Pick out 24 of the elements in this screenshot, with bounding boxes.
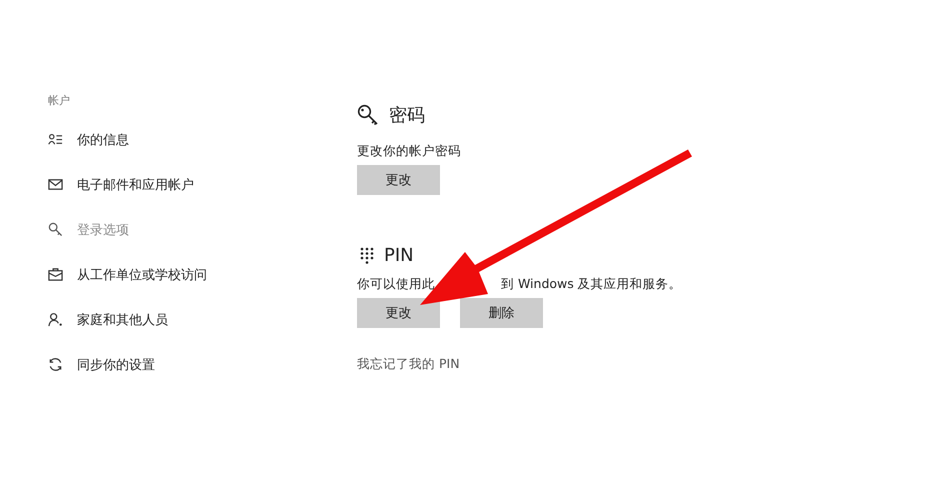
description: 更改你的帐户密码: [357, 143, 461, 160]
key-icon: [48, 222, 63, 237]
section-heading: 帐户: [48, 93, 70, 108]
remove-button[interactable]: 删除: [460, 298, 543, 328]
briefcase-icon: [48, 267, 63, 282]
section-title: 密码: [389, 104, 425, 127]
description: 你可以使用此: [357, 276, 435, 293]
sync-icon: [48, 357, 63, 372]
change-button[interactable]: 更改: [357, 165, 440, 195]
nav-item[interactable]: 登录选项: [48, 207, 129, 252]
description: 到 Windows 及其应用和服务。: [501, 276, 682, 293]
person-list-icon: [48, 132, 63, 147]
change-button[interactable]: 更改: [357, 298, 440, 328]
nav-item[interactable]: 你的信息: [48, 117, 129, 162]
key-icon: [357, 104, 379, 126]
nav-item[interactable]: 电子邮件和应用帐户: [48, 162, 194, 207]
person-icon: [48, 312, 63, 327]
keypad-icon: [360, 246, 374, 264]
nav-item[interactable]: 家庭和其他人员: [48, 297, 168, 342]
mail-icon: [48, 177, 63, 192]
nav-item[interactable]: 同步你的设置: [48, 342, 155, 387]
forgot-pin-link[interactable]: 我忘记了我的 PIN: [357, 356, 460, 373]
section-title: PIN: [384, 245, 414, 266]
nav-item[interactable]: 从工作单位或学校访问: [48, 252, 207, 297]
